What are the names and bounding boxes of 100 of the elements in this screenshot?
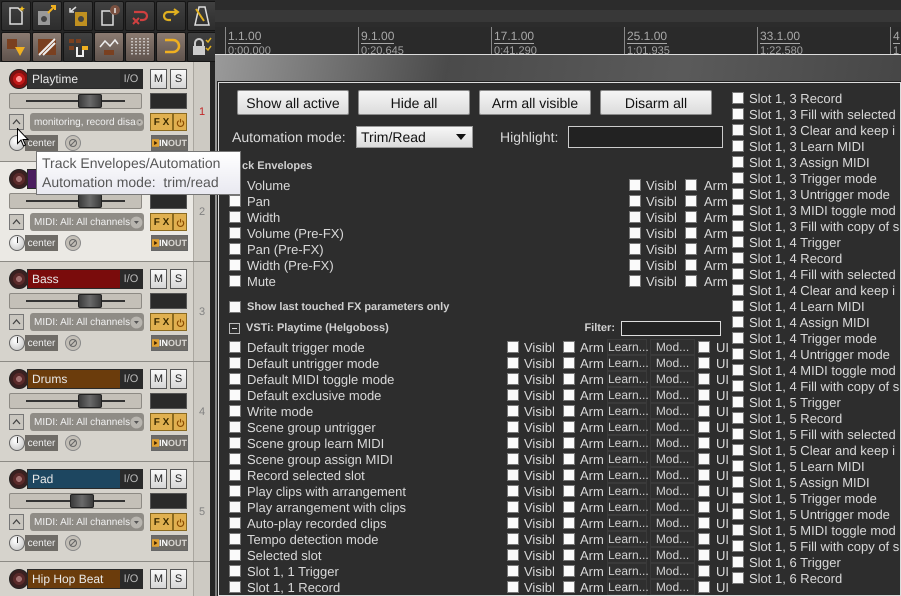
fx-bypass-button[interactable]	[173, 113, 187, 131]
checkbox[interactable]	[563, 501, 575, 513]
toolbar-button[interactable]	[63, 32, 93, 62]
checkbox[interactable]	[732, 300, 744, 312]
learn-button[interactable]: Learn...	[607, 547, 647, 563]
checkbox[interactable]	[507, 469, 519, 481]
checkbox[interactable]	[732, 444, 744, 456]
checkbox[interactable]	[229, 549, 241, 561]
checkbox[interactable]	[685, 259, 697, 271]
learn-button[interactable]: Learn...	[607, 355, 647, 371]
checkbox[interactable]	[732, 124, 744, 136]
fx-button[interactable]: F X	[150, 413, 173, 431]
checkbox[interactable]	[732, 364, 744, 376]
checkbox[interactable]	[507, 517, 519, 529]
phase-button[interactable]	[65, 135, 81, 151]
checkbox[interactable]	[732, 332, 744, 344]
modulation-button[interactable]: Mod...	[650, 579, 695, 595]
checkbox[interactable]	[229, 211, 241, 223]
checkbox[interactable]	[732, 140, 744, 152]
modulation-button[interactable]: Mod...	[650, 355, 695, 371]
phase-button[interactable]	[65, 535, 81, 551]
io-button[interactable]: I/O	[120, 570, 142, 588]
checkbox[interactable]	[563, 485, 575, 497]
checkbox[interactable]	[698, 405, 710, 417]
checkbox[interactable]	[732, 284, 744, 296]
checkbox[interactable]	[629, 227, 641, 239]
checkbox[interactable]	[563, 341, 575, 353]
checkbox[interactable]	[229, 341, 241, 353]
track-name-bar[interactable]: Pad I/O	[27, 469, 143, 489]
track-name-bar[interactable]: Bass I/O	[27, 269, 143, 289]
record-arm-button[interactable]	[9, 469, 29, 489]
checkbox[interactable]	[732, 172, 744, 184]
checkbox[interactable]	[698, 581, 710, 593]
checkbox[interactable]	[685, 243, 697, 255]
checkbox[interactable]	[732, 540, 744, 552]
checkbox[interactable]	[698, 421, 710, 433]
record-arm-button[interactable]	[9, 369, 29, 389]
volume-fader[interactable]	[9, 393, 142, 409]
toolbar-button[interactable]	[187, 1, 215, 31]
dialog-button[interactable]: Disarm all	[600, 90, 712, 115]
fader-thumb[interactable]	[78, 394, 102, 408]
fx-button[interactable]: F X	[150, 313, 173, 331]
pan-knob[interactable]	[9, 335, 25, 351]
record-arm-button[interactable]	[9, 269, 29, 289]
timeline-ruler[interactable]: 1.1.00 0:00.000 9.1.00 0:20.645 17.1.00 0:41.290 25.1.00 1:01.935 33.1.00 1:22.580 4 1	[215, 26, 901, 54]
checkbox[interactable]	[698, 453, 710, 465]
toolbar-button[interactable]	[32, 32, 62, 62]
io-button[interactable]: I/O	[120, 70, 142, 88]
toolbar-button[interactable]	[94, 1, 124, 31]
checkbox[interactable]	[563, 373, 575, 385]
fx-bypass-button[interactable]	[173, 313, 187, 331]
fx-bypass-button[interactable]	[173, 513, 187, 531]
checkbox[interactable]	[563, 357, 575, 369]
learn-button[interactable]: Learn...	[607, 483, 647, 499]
checkbox[interactable]	[563, 549, 575, 561]
toolbar-button[interactable]	[1, 32, 31, 62]
checkbox[interactable]	[732, 108, 744, 120]
learn-button[interactable]: Learn...	[607, 435, 647, 451]
checkbox[interactable]	[507, 581, 519, 593]
checkbox[interactable]	[629, 195, 641, 207]
checkbox[interactable]	[732, 476, 744, 488]
checkbox[interactable]	[507, 485, 519, 497]
checkbox[interactable]	[229, 469, 241, 481]
learn-button[interactable]: Learn...	[607, 419, 647, 435]
io-button[interactable]: I/O	[120, 370, 142, 388]
checkbox[interactable]	[563, 421, 575, 433]
checkbox[interactable]	[698, 549, 710, 561]
checkbox[interactable]	[685, 195, 697, 207]
record-arm-button[interactable]	[9, 569, 29, 589]
checkbox[interactable]	[229, 243, 241, 255]
checkbox[interactable]	[732, 572, 744, 584]
fader-thumb[interactable]	[78, 294, 102, 308]
solo-button[interactable]: S	[170, 269, 187, 289]
modulation-button[interactable]: Mod...	[650, 467, 695, 483]
checkbox[interactable]	[563, 437, 575, 449]
pan-knob[interactable]	[9, 535, 25, 551]
mute-button[interactable]: M	[150, 569, 167, 589]
mute-button[interactable]: M	[150, 269, 167, 289]
mute-button[interactable]: M	[150, 369, 167, 389]
highlight-field[interactable]	[568, 126, 723, 148]
checkbox[interactable]	[229, 453, 241, 465]
volume-fader[interactable]	[9, 493, 142, 509]
modulation-button[interactable]: Mod...	[650, 483, 695, 499]
checkbox[interactable]	[563, 453, 575, 465]
checkbox[interactable]	[507, 549, 519, 561]
checkbox[interactable]	[629, 259, 641, 271]
modulation-button[interactable]: Mod...	[650, 563, 695, 579]
mute-button[interactable]: M	[150, 469, 167, 489]
modulation-button[interactable]: Mod...	[650, 387, 695, 403]
checkbox[interactable]	[507, 405, 519, 417]
learn-button[interactable]: Learn...	[607, 563, 647, 579]
checkbox[interactable]	[685, 179, 697, 191]
toolbar-button[interactable]	[32, 1, 62, 31]
automation-mode-select[interactable]: Trim/Read	[356, 126, 473, 148]
learn-button[interactable]: Learn...	[607, 579, 647, 595]
mute-button[interactable]: M	[150, 69, 167, 89]
checkbox[interactable]	[229, 389, 241, 401]
solo-button[interactable]: S	[170, 369, 187, 389]
learn-button[interactable]: Learn...	[607, 467, 647, 483]
checkbox[interactable]	[229, 195, 241, 207]
